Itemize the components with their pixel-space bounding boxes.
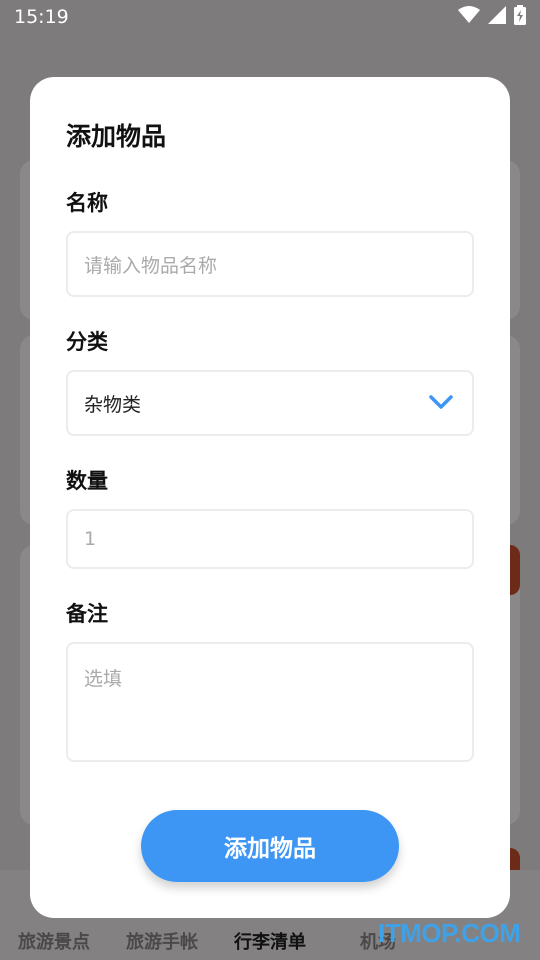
quantity-input-value: 1 <box>84 528 97 550</box>
category-label: 分类 <box>66 330 108 354</box>
name-label: 名称 <box>66 191 108 215</box>
battery-charging-icon <box>514 4 526 30</box>
dialog-title: 添加物品 <box>66 122 167 151</box>
wifi-icon <box>458 5 480 29</box>
nav-item-scenic-spots[interactable]: 旅游景点 <box>18 928 90 954</box>
quantity-input[interactable]: 1 <box>66 509 474 569</box>
note-label: 备注 <box>66 602 108 626</box>
category-select[interactable]: 杂物类 <box>66 370 474 436</box>
watermark-logo: ITMOP.COM <box>378 918 521 948</box>
category-select-value: 杂物类 <box>84 393 142 416</box>
status-time: 15:19 <box>14 6 69 28</box>
note-textarea-placeholder: 选填 <box>84 668 123 690</box>
add-item-dialog: 添加物品 名称 请输入物品名称 分类 杂物类 数量 1 备注 选填 添加物品 <box>30 77 510 918</box>
signal-icon <box>488 5 506 29</box>
quantity-label: 数量 <box>66 469 108 493</box>
status-bar: 15:19 <box>0 0 540 34</box>
nav-item-travel-journal[interactable]: 旅游手帐 <box>126 928 198 954</box>
name-input-placeholder: 请输入物品名称 <box>84 254 218 277</box>
nav-item-packing-list[interactable]: 行李清单 <box>234 928 306 954</box>
status-icons <box>458 4 526 30</box>
note-textarea[interactable]: 选填 <box>66 642 474 762</box>
add-item-button[interactable]: 添加物品 <box>141 810 399 882</box>
name-input[interactable]: 请输入物品名称 <box>66 231 474 297</box>
chevron-down-icon <box>428 393 454 416</box>
